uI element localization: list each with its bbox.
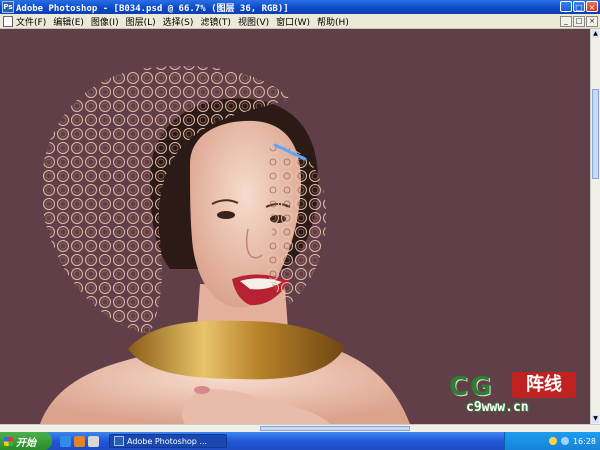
taskbar-photoshop-label: Adobe Photoshop ... [127,436,208,446]
scroll-up-icon[interactable]: ▲ [592,30,599,38]
document-canvas[interactable] [0,29,590,424]
vertical-scrollbar[interactable]: ▲ ▼ [590,29,600,424]
document-controls: _ □ × [560,16,598,27]
fingernail [194,386,210,394]
menu-view[interactable]: 视图(V) [238,15,269,28]
start-label: 开始 [16,437,36,449]
ie-icon[interactable] [60,435,71,447]
menu-layer[interactable]: 图层(L) [126,15,156,28]
clock: 16:28 [572,436,596,446]
quick-launch [60,435,99,447]
windows-flag-icon [4,436,13,446]
watermark-url: c9www.cn [466,400,529,415]
photoshop-task-icon [114,436,124,446]
vertical-scroll-thumb[interactable] [592,89,599,179]
portrait-artwork [40,66,410,424]
tray-icon[interactable] [548,437,557,445]
menu-edit[interactable]: 编辑(E) [53,15,84,28]
maximize-button[interactable]: □ [573,1,585,12]
title-bar: Ps Adobe Photoshop - [B034.psd @ 66.7% (… [0,0,600,14]
horizontal-scrollbar[interactable] [0,424,600,432]
system-tray: 16:28 [504,432,600,450]
window-controls: _ □ × [560,1,598,12]
taskbar: 开始 Adobe Photoshop ... EN 16:28 [0,432,600,450]
menu-window[interactable]: 窗口(W) [276,15,310,28]
desktop-icon[interactable] [88,435,99,447]
horizontal-scroll-thumb[interactable] [260,426,410,431]
window-title: Adobe Photoshop - [B034.psd @ 66.7% (图层 … [16,3,289,14]
start-button[interactable]: 开始 [0,432,52,450]
taskbar-photoshop-button[interactable]: Adobe Photoshop ... [109,434,227,448]
menu-image[interactable]: 图像(I) [91,15,119,28]
menu-file[interactable]: 文件(F) [16,15,46,28]
menu-bar: 文件(F) 编辑(E) 图像(I) 图层(L) 选择(S) 滤镜(T) 视图(V… [0,14,600,29]
scroll-down-icon[interactable]: ▼ [592,415,599,423]
watermark-cg: CG [449,372,494,402]
photoshop-app-icon: Ps [2,1,14,13]
doc-close-button[interactable]: × [586,16,598,27]
minimize-button[interactable]: _ [560,1,572,12]
network-icon[interactable] [560,437,569,445]
document-icon[interactable] [3,15,13,27]
media-icon[interactable] [74,435,85,447]
watermark-cn: 阵线 [512,372,576,398]
doc-minimize-button[interactable]: _ [560,16,572,27]
menu-help[interactable]: 帮助(H) [317,15,349,28]
close-button[interactable]: × [586,1,598,12]
doc-restore-button[interactable]: □ [573,16,585,27]
menu-select[interactable]: 选择(S) [163,15,194,28]
menu-filter[interactable]: 滤镜(T) [200,15,231,28]
left-eye [217,211,235,219]
